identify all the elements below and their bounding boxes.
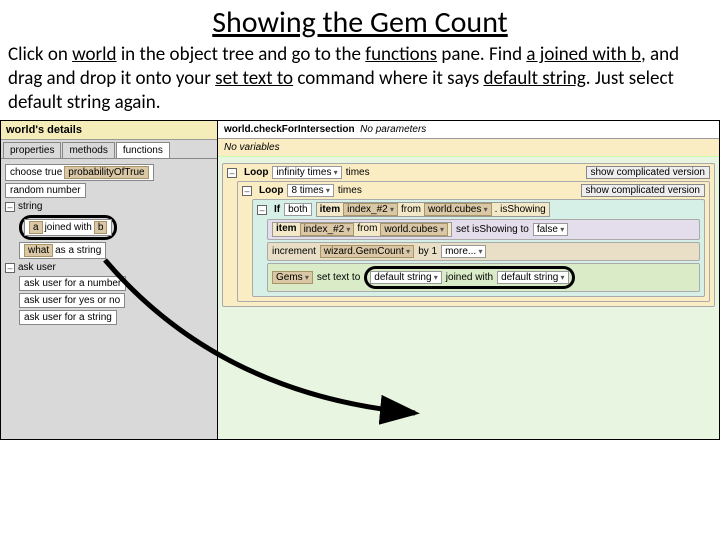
details-tabs: properties methods functions (1, 140, 217, 159)
instruction-text: Click on world in the object tree and go… (0, 41, 720, 120)
details-panel: world's details properties methods funct… (0, 120, 218, 440)
show-complicated-button[interactable]: show complicated version (586, 166, 711, 179)
details-heading: world's details (1, 121, 217, 140)
fn-ask-string[interactable]: ask user for a string (19, 310, 117, 325)
show-complicated-button[interactable]: show complicated version (581, 184, 706, 197)
target-gems[interactable]: Gems (272, 271, 313, 284)
no-variables-strip: No variables (218, 139, 719, 157)
collapse-icon[interactable]: – (257, 205, 267, 215)
fn-a-joined-with-b[interactable]: a joined with b (24, 219, 112, 236)
arg-default-string-1[interactable]: default string (370, 271, 442, 284)
tab-functions[interactable]: functions (116, 142, 170, 158)
inner-loop-block[interactable]: – Loop 8 times times show complicated ve… (237, 181, 710, 302)
loop-count-outer[interactable]: infinity times (272, 166, 341, 179)
category-ask-user: ask user (18, 261, 56, 274)
highlight-a-joined-b: a joined with b (19, 215, 117, 240)
cond-item-showing[interactable]: item index_#2 from world.cubes . isShowi… (316, 202, 550, 217)
code-canvas[interactable]: – Loop infinity times times show complic… (218, 157, 719, 439)
fn-choose-true[interactable]: choose true probabilityOfTrue (5, 164, 154, 181)
var-gemcount[interactable]: wizard.GemCount (320, 245, 414, 258)
arg-default-string-2[interactable]: default string (497, 271, 569, 284)
fn-ask-yesno[interactable]: ask user for yes or no (19, 293, 125, 308)
fn-ask-number[interactable]: ask user for a number (19, 276, 126, 291)
fn-random-number[interactable]: random number (5, 183, 86, 198)
category-string: string (18, 200, 42, 213)
collapse-icon[interactable]: – (227, 168, 237, 178)
tab-methods[interactable]: methods (62, 142, 114, 158)
alice-ide: world's details properties methods funct… (0, 120, 720, 440)
editor-header: world.checkForIntersection No parameters (218, 121, 719, 139)
outer-loop-block[interactable]: – Loop infinity times times show complic… (222, 163, 715, 307)
fn-what-as-string[interactable]: what as a string (19, 242, 106, 259)
set-isshowing-block[interactable]: item index_#2 from world.cubes set isSho… (267, 219, 700, 240)
increment-block[interactable]: increment wizard.GemCount by 1 more... (267, 242, 700, 261)
value-false[interactable]: false (533, 223, 568, 236)
if-block[interactable]: – If both item index_#2 from world.cubes… (252, 199, 705, 297)
method-editor: world.checkForIntersection No parameters… (218, 120, 720, 440)
tab-properties[interactable]: properties (3, 142, 61, 158)
more-menu[interactable]: more... (441, 245, 486, 258)
highlight-drop-target: default string joined with default strin… (364, 266, 574, 289)
loop-count-inner[interactable]: 8 times (287, 184, 333, 197)
collapse-icon[interactable]: – (5, 202, 15, 212)
functions-list: choose true probabilityOfTrue random num… (1, 159, 217, 439)
collapse-icon[interactable]: – (242, 186, 252, 196)
set-text-block[interactable]: Gems set text to default string joined w… (267, 263, 700, 292)
target-item[interactable]: item index_#2 from world.cubes (272, 222, 452, 237)
collapse-icon[interactable]: – (5, 263, 15, 273)
cond-both[interactable]: both (284, 203, 311, 216)
slide-title: Showing the Gem Count (0, 4, 720, 41)
